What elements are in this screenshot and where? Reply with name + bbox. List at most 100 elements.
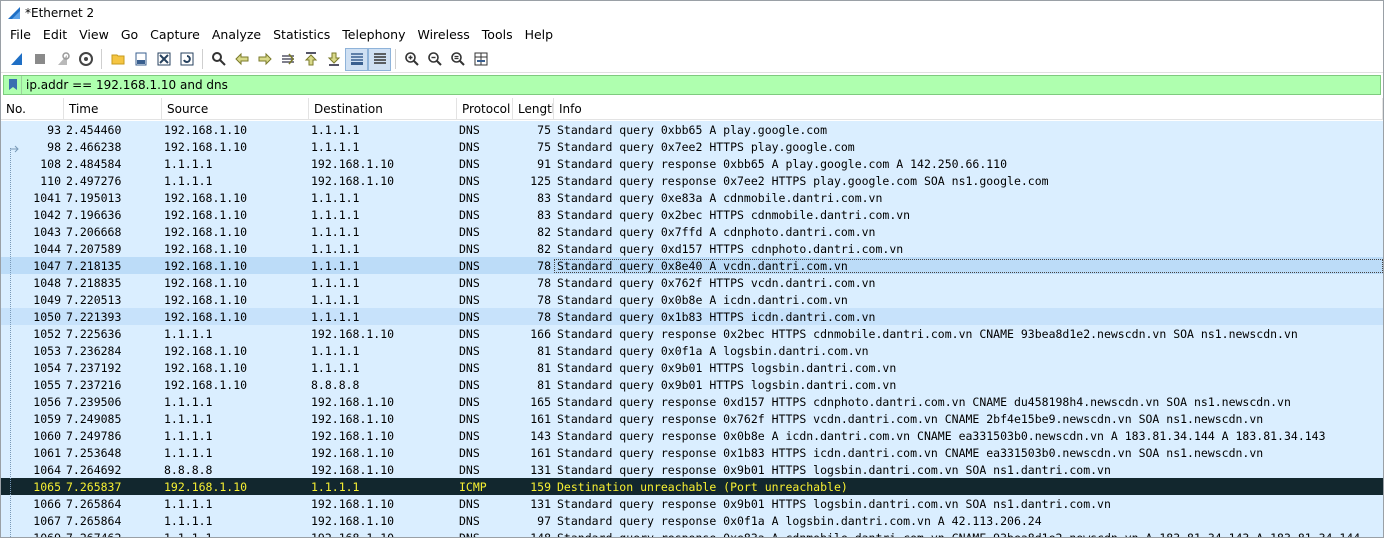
packet-time: 7.225636 <box>66 326 122 341</box>
zoom-out-icon <box>427 52 442 66</box>
start-capture-button[interactable] <box>5 48 28 71</box>
table-row[interactable]: 1055 7.237216 192.168.1.10 8.8.8.8 DNS 81 Stan… <box>1 376 1383 393</box>
go-last-packet-button[interactable] <box>322 48 345 71</box>
column-header-info[interactable]: Info <box>554 98 1383 119</box>
column-header-source[interactable]: Source <box>162 98 309 119</box>
table-row[interactable]: 1065 7.265837 192.168.1.10 1.1.1.1 ICMP 159 De… <box>1 478 1383 495</box>
capture-options-button[interactable] <box>74 48 97 71</box>
packet-source: 1.1.1.1 <box>164 394 213 409</box>
table-row[interactable]: 1052 7.225636 1.1.1.1 192.168.1.10 DNS 166 Sta… <box>1 325 1383 342</box>
zoom-out-button[interactable] <box>423 48 446 71</box>
go-back-button[interactable] <box>230 48 253 71</box>
packet-destination: 1.1.1.1 <box>311 122 360 137</box>
table-row[interactable]: 1069 7.267462 1.1.1.1 192.168.1.10 DNS 148 Sta… <box>1 529 1383 537</box>
table-row[interactable]: 108 2.484584 1.1.1.1 192.168.1.10 DNS 91 Stand… <box>1 155 1383 172</box>
packet-info: Standard query response 0x9b01 HTTPS log… <box>557 496 1111 511</box>
go-forward-button[interactable] <box>253 48 276 71</box>
table-row[interactable]: 1066 7.265864 1.1.1.1 192.168.1.10 DNS 131 Sta… <box>1 495 1383 512</box>
column-header-time[interactable]: Time <box>64 98 162 119</box>
menu-telephony[interactable]: Telephony <box>336 24 411 46</box>
table-row[interactable]: 93 2.454460 192.168.1.10 1.1.1.1 DNS 75 Standa… <box>1 121 1383 138</box>
go-first-packet-button[interactable] <box>299 48 322 71</box>
packet-source: 1.1.1.1 <box>164 173 213 188</box>
find-packet-button[interactable] <box>207 48 230 71</box>
packet-length: 82 <box>537 224 551 239</box>
bookmark-icon <box>8 79 17 90</box>
packet-time: 7.237216 <box>66 377 122 392</box>
table-row[interactable]: 1041 7.195013 192.168.1.10 1.1.1.1 DNS 83 Stan… <box>1 189 1383 206</box>
table-row[interactable]: 1059 7.249085 1.1.1.1 192.168.1.10 DNS 161 Sta… <box>1 410 1383 427</box>
table-row[interactable]: 1043 7.206668 192.168.1.10 1.1.1.1 DNS 82 Stan… <box>1 223 1383 240</box>
stop-capture-button[interactable] <box>28 48 51 71</box>
packet-protocol: DNS <box>459 377 480 392</box>
table-row[interactable]: 1044 7.207589 192.168.1.10 1.1.1.1 DNS 82 Stan… <box>1 240 1383 257</box>
toolbar-separator <box>395 49 396 69</box>
column-header-length[interactable]: Length <box>513 98 554 119</box>
packet-info: Standard query response 0x9b01 HTTPS log… <box>557 462 1111 477</box>
display-filter-input[interactable] <box>22 75 1380 94</box>
column-header-no[interactable]: No. <box>1 98 64 119</box>
packet-protocol: DNS <box>459 275 480 290</box>
table-row[interactable]: 1047 7.218135 192.168.1.10 1.1.1.1 DNS 78 Stan… <box>1 257 1383 274</box>
packet-length: 83 <box>537 207 551 222</box>
packet-time: 7.195013 <box>66 190 122 205</box>
folder-icon <box>111 54 124 65</box>
save-file-button[interactable] <box>129 48 152 71</box>
packet-protocol: DNS <box>459 258 480 273</box>
table-row[interactable]: 1042 7.196636 192.168.1.10 1.1.1.1 DNS 83 Stan… <box>1 206 1383 223</box>
autoscroll-button[interactable] <box>345 47 368 71</box>
packet-destination: 192.168.1.10 <box>311 496 395 511</box>
menu-go[interactable]: Go <box>115 24 144 46</box>
menu-file[interactable]: File <box>4 24 37 46</box>
table-row[interactable]: 98 2.466238 192.168.1.10 1.1.1.1 DNS 75 Standa… <box>1 138 1383 155</box>
open-file-button[interactable] <box>106 48 129 71</box>
column-header-protocol[interactable]: Protocol <box>457 98 513 119</box>
go-to-packet-button[interactable] <box>276 48 299 71</box>
resize-columns-icon <box>474 52 487 66</box>
table-row[interactable]: 1049 7.220513 192.168.1.10 1.1.1.1 DNS 78 Stan… <box>1 291 1383 308</box>
packet-info: Standard query 0xbb65 A play.google.com <box>557 122 828 137</box>
packet-time: 2.454460 <box>66 122 122 137</box>
resize-columns-button[interactable] <box>469 48 492 71</box>
packet-time: 7.265837 <box>66 479 122 494</box>
table-row[interactable]: 1060 7.249786 1.1.1.1 192.168.1.10 DNS 143 Sta… <box>1 427 1383 444</box>
zoom-in-button[interactable] <box>400 48 423 71</box>
table-row[interactable]: 1064 7.264692 8.8.8.8 192.168.1.10 DNS 131 Sta… <box>1 461 1383 478</box>
menu-help[interactable]: Help <box>519 24 560 46</box>
filter-bookmark-button[interactable] <box>4 75 22 94</box>
packet-time: 7.221393 <box>66 309 122 324</box>
table-row[interactable]: 1048 7.218835 192.168.1.10 1.1.1.1 DNS 78 Stan… <box>1 274 1383 291</box>
table-row[interactable]: 110 2.497276 1.1.1.1 192.168.1.10 DNS 125 Stan… <box>1 172 1383 189</box>
table-row[interactable]: 1054 7.237192 192.168.1.10 1.1.1.1 DNS 81 Stan… <box>1 359 1383 376</box>
table-row[interactable]: 1056 7.239506 1.1.1.1 192.168.1.10 DNS 165 Sta… <box>1 393 1383 410</box>
packet-destination: 192.168.1.10 <box>311 326 395 341</box>
table-row[interactable]: 1050 7.221393 192.168.1.10 1.1.1.1 DNS 78 Stan… <box>1 308 1383 325</box>
menu-tools[interactable]: Tools <box>476 24 519 46</box>
packet-length: 83 <box>537 190 551 205</box>
table-row[interactable]: 1067 7.265864 1.1.1.1 192.168.1.10 DNS 97 Stan… <box>1 512 1383 529</box>
packet-destination: 8.8.8.8 <box>311 377 360 392</box>
packet-source: 192.168.1.10 <box>164 122 248 137</box>
menu-statistics[interactable]: Statistics <box>267 24 336 46</box>
table-row[interactable]: 1061 7.253648 1.1.1.1 192.168.1.10 DNS 161 Sta… <box>1 444 1383 461</box>
close-file-button[interactable] <box>152 48 175 71</box>
column-header-destination[interactable]: Destination <box>309 98 457 119</box>
packet-protocol: DNS <box>459 122 480 137</box>
stop-square-icon <box>34 54 45 64</box>
packet-length: 161 <box>530 411 551 426</box>
packet-destination: 192.168.1.10 <box>311 156 395 171</box>
colorize-button[interactable] <box>368 47 391 71</box>
menu-wireless[interactable]: Wireless <box>411 24 475 46</box>
packet-protocol: DNS <box>459 173 480 188</box>
toolbar-separator <box>202 49 203 69</box>
table-row[interactable]: 1053 7.236284 192.168.1.10 1.1.1.1 DNS 81 Stan… <box>1 342 1383 359</box>
reload-file-button[interactable] <box>175 48 198 71</box>
restart-capture-button[interactable] <box>51 48 74 71</box>
menu-view[interactable]: View <box>73 24 115 46</box>
zoom-normal-button[interactable] <box>446 48 469 71</box>
menu-capture[interactable]: Capture <box>144 24 206 46</box>
zoom-reset-icon <box>450 52 465 66</box>
menu-analyze[interactable]: Analyze <box>206 24 267 46</box>
packet-time: 2.466238 <box>66 139 122 154</box>
menu-edit[interactable]: Edit <box>37 24 73 46</box>
